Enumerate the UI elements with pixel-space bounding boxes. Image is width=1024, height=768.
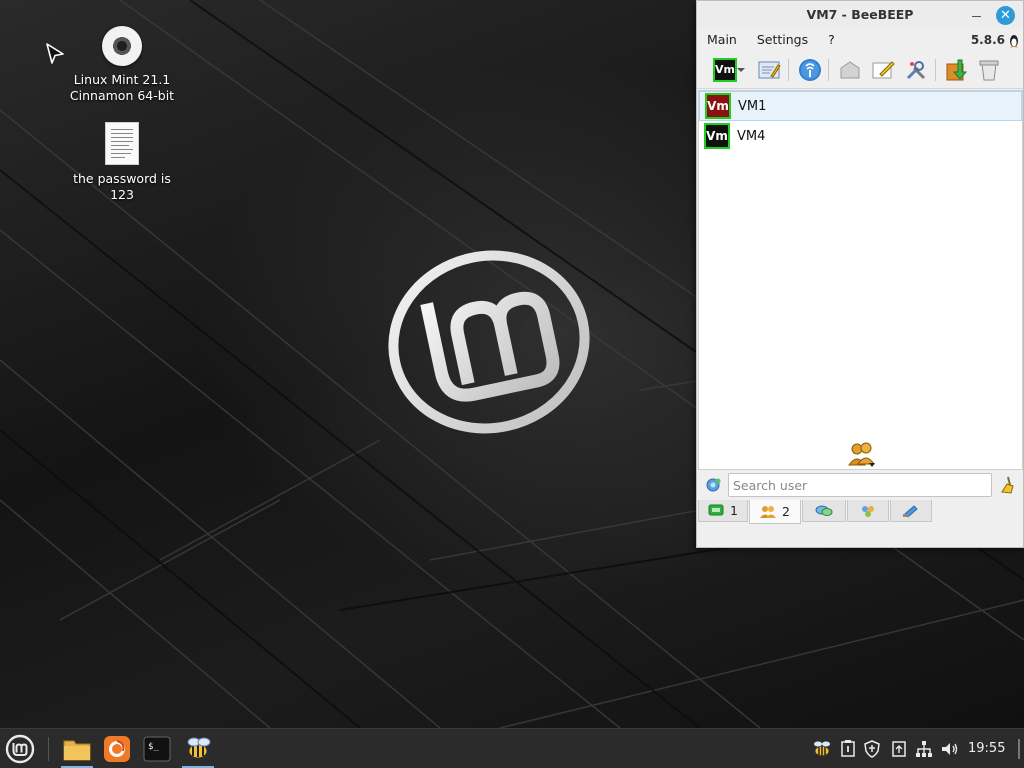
toolbar: Vm (697, 51, 1023, 89)
minimize-button[interactable] (972, 8, 981, 17)
mail-icon[interactable] (836, 56, 864, 84)
users-watermark-icon (847, 441, 877, 471)
search-input[interactable] (728, 473, 992, 497)
desktop-icon-password-file[interactable]: the password is 123 (62, 122, 182, 203)
close-button[interactable]: ✕ (996, 6, 1015, 25)
menu-settings[interactable]: Settings (747, 29, 814, 51)
mint-menu-icon[interactable] (2, 731, 38, 767)
compose-icon[interactable] (869, 56, 897, 84)
user-name: VM1 (738, 98, 767, 114)
trash-icon[interactable] (975, 56, 1003, 84)
tab-messages[interactable] (802, 500, 846, 522)
user-row-vm1[interactable]: Vm VM1 (699, 91, 1022, 121)
groups-icon (862, 505, 874, 517)
clock[interactable]: 19:55 (968, 729, 1005, 768)
disc-icon (102, 26, 142, 66)
window-title: VM7 - BeeBEEP (806, 7, 914, 22)
beebeep-window: VM7 - BeeBEEP ✕ Main Settings ? 5.8.6 Vm (696, 0, 1024, 548)
desktop-icon-label: the password is 123 (73, 171, 171, 202)
search-options-icon[interactable] (705, 477, 721, 497)
menubar: Main Settings ? 5.8.6 (697, 29, 1023, 51)
volume-icon[interactable] (940, 739, 960, 759)
network-icon[interactable] (796, 56, 824, 84)
svg-text:$_: $_ (148, 742, 159, 752)
tools-icon[interactable] (902, 56, 930, 84)
chat-icon (708, 504, 724, 515)
user-avatar: Vm (705, 93, 731, 119)
edit-profile-icon[interactable] (755, 56, 783, 84)
updates-icon[interactable] (838, 739, 858, 759)
beebeep-tray-icon[interactable] (812, 739, 832, 759)
linux-mint-logo (388, 250, 590, 438)
user-name: VM4 (737, 128, 766, 144)
text-file-icon (105, 122, 139, 165)
shield-icon[interactable] (862, 739, 882, 759)
bottom-tabs: 1 2 (697, 500, 1023, 524)
user-row-vm4[interactable]: Vm VM4 (699, 121, 1022, 151)
user-list: Vm VM1 Vm VM4 (698, 90, 1023, 470)
menu-main[interactable]: Main (697, 29, 743, 51)
taskbar-separator (48, 737, 49, 761)
tab-files[interactable] (890, 500, 932, 522)
search-bar (697, 471, 1023, 499)
toolbar-separator (935, 59, 936, 81)
tab-users[interactable]: 2 (749, 500, 801, 524)
terminal-icon[interactable]: $_ (139, 731, 175, 767)
download-icon[interactable] (942, 56, 970, 84)
beebeep-icon[interactable] (180, 731, 216, 768)
messages-icon (815, 505, 833, 516)
desktop-icon-label: Linux Mint 21.1 Cinnamon 64-bit (69, 72, 175, 103)
user-avatar: Vm (704, 123, 730, 149)
files-icon[interactable] (59, 731, 95, 768)
taskbar: $_ 19:55 (0, 728, 1024, 768)
tab-chats[interactable]: 1 (698, 500, 748, 522)
desktop-icon-install-disc[interactable]: Linux Mint 21.1 Cinnamon 64-bit (62, 26, 182, 104)
clipboard-icon[interactable] (889, 739, 909, 759)
users-icon (760, 505, 777, 518)
window-titlebar[interactable]: VM7 - BeeBEEP ✕ (697, 1, 1023, 29)
toolbar-separator (788, 59, 789, 81)
files-icon (903, 504, 918, 518)
version-label: 5.8.6 (970, 33, 1005, 47)
tab-groups[interactable] (847, 500, 889, 522)
show-desktop-button[interactable] (1018, 739, 1020, 759)
network-icon[interactable] (914, 739, 934, 759)
clear-search-icon[interactable] (999, 476, 1015, 498)
firefox-icon[interactable] (99, 731, 135, 767)
menu-help[interactable]: ? (818, 29, 841, 51)
chevron-down-icon[interactable] (735, 56, 747, 84)
toolbar-separator (828, 59, 829, 81)
